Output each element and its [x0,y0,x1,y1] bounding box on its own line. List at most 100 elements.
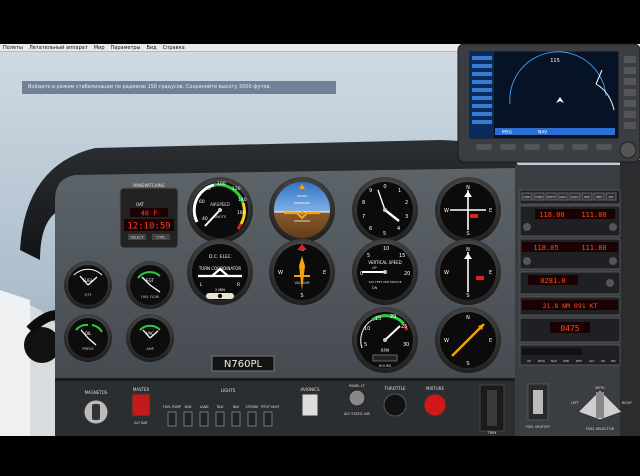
svg-text:E: E [489,270,492,276]
turn-coordinator: D.C. ELEC TURN COORDINATOR L R 2 MIN [187,239,253,305]
svg-text:10: 10 [364,326,370,332]
svg-text:100: 100 [217,181,226,187]
fuel-gauge-label: FUEL [83,278,94,283]
lower-switch-panel [55,378,520,436]
door-frame [0,290,30,436]
svg-text:5: 5 [367,253,370,259]
oil-press-gauge: OIL PRESS [64,314,112,362]
svg-text:DME: DME [596,195,602,199]
altimeter: 0 1 2 3 4 5 6 7 8 9 [352,177,418,243]
xpdr-code: 0475 [560,324,579,333]
svg-text:NAV1: NAV1 [560,195,567,199]
svg-text:1: 1 [398,188,401,194]
svg-text:AVIONICS: AVIONICS [300,387,320,392]
svg-text:ALT: ALT [589,359,594,363]
clock-caption: MINISWITCHING [133,183,165,188]
svg-text:RIGHT: RIGHT [622,401,632,405]
gps-distance: 115 [550,58,560,64]
oat-readout: 48 F [141,210,158,218]
svg-text:140: 140 [238,197,247,203]
adf-indicator: N E S W [435,307,501,373]
heading-caption: VACUUM [294,281,309,285]
svg-text:BCN: BCN [185,405,192,409]
svg-text:9: 9 [369,188,372,194]
vsi-unit: 100 FEET PER MINUTE [368,280,401,284]
vor2-indicator: N E S W [435,239,501,305]
svg-text:120: 120 [232,186,241,192]
airspeed-unit: KNOTS [214,215,227,219]
gps-window[interactable]: 115 MSG NAV [457,43,640,163]
flight-sim-viewport[interactable]: Полеты Летательный аппарат Мир Параметры… [0,0,640,476]
yoke-hub[interactable] [24,327,60,363]
svg-text:W: W [444,338,449,344]
svg-text:BOTH: BOTH [547,195,554,199]
svg-text:PITOT HEAT: PITOT HEAT [261,405,280,409]
svg-text:S: S [300,293,303,299]
letterbox-bottom [0,436,640,476]
svg-text:4: 4 [397,226,400,232]
throttle-knob[interactable]: THROTTLE [383,386,407,417]
svg-text:15: 15 [375,316,381,322]
svg-text:FUEL PUMP: FUEL PUMP [163,405,181,409]
svg-text:25: 25 [401,324,407,330]
com2-active: 118.05 [533,244,558,252]
svg-text:TRIM: TRIM [487,431,497,435]
airspeed-caption: AIRSPEED [210,202,230,207]
trim-wheel[interactable]: TRIM [479,384,505,435]
svg-text:NAV: NAV [233,405,240,409]
svg-text:NAV2: NAV2 [572,195,579,199]
svg-text:6: 6 [369,226,372,232]
vsi-caption: VERTICAL SPEED [368,260,402,265]
svg-text:PANEL LT: PANEL LT [349,384,366,388]
avionics-switch[interactable]: AVIONICS [300,387,320,417]
svg-text:FUEL SHUTOFF: FUEL SHUTOFF [526,425,550,429]
svg-text:W: W [278,270,283,276]
mixture-knob[interactable]: MIXTURE [423,386,447,417]
gps-knob [619,141,637,159]
egt-gauge: EGT FUEL FLOW [126,261,174,309]
vac-amp-gauge: VAC AMP [126,314,174,362]
clock-readout: 12:10:59 [127,222,170,232]
svg-text:MIXTURE: MIXTURE [426,386,444,391]
clock-oat-label: OAT [136,202,145,207]
svg-text:NAV: NAV [538,130,548,136]
svg-text:FUEL SELECTOR: FUEL SELECTOR [586,427,615,431]
svg-text:7: 7 [362,214,365,220]
tc-elec: D.C. ELEC [209,254,231,260]
svg-text:160: 160 [237,210,246,216]
airspeed-indicator: AIRSPEED KNOTS 40 60 80 100 120 140 160 [187,177,253,243]
fuel-qty-gauge: FUEL QTY [64,261,112,309]
svg-text:5: 5 [364,342,367,348]
tach-caption: RPM [381,348,390,353]
com1-active: 118.00 [539,211,564,219]
svg-text:ALT BAT: ALT BAT [134,421,149,425]
dme-readout: 21.8 NM 091 KT [543,302,598,310]
svg-text:2: 2 [405,200,408,206]
svg-text:W: W [444,208,449,214]
svg-text:10: 10 [383,246,389,252]
svg-text:40: 40 [202,216,208,222]
cockpit-panel: MINISWITCHING OAT 48 F 12:10:59 SELECT C… [0,43,640,436]
vac-gauge-sub: AMP [146,347,154,351]
tachometer: 5 10 15 20 25 30 RPM HOURS [352,307,418,373]
svg-text:R: R [237,282,240,288]
svg-text:ADF: ADF [608,195,614,199]
oil-gauge-sub: PRESS [82,347,94,351]
svg-text:N: N [466,315,470,321]
svg-text:S: S [466,361,469,367]
svg-text:LAND: LAND [200,405,209,409]
com1-knob [523,223,531,231]
svg-text:E: E [489,208,492,214]
svg-text:E: E [323,270,326,276]
svg-text:BOTH: BOTH [596,386,606,390]
svg-text:3: 3 [405,214,408,220]
svg-text:MSG: MSG [502,130,513,136]
adf-frequency: 0281.0 [540,277,565,285]
heading-indicator: N E S W VACUUM [269,239,335,305]
svg-text:TAXI: TAXI [215,405,223,409]
svg-text:DN: DN [611,359,616,363]
svg-text:DN: DN [372,286,378,290]
svg-text:60: 60 [199,199,205,205]
vertical-speed-indicator: VERTICAL SPEED 100 FEET PER MINUTE 0 5 1… [352,239,418,305]
svg-text:S: S [466,293,469,299]
